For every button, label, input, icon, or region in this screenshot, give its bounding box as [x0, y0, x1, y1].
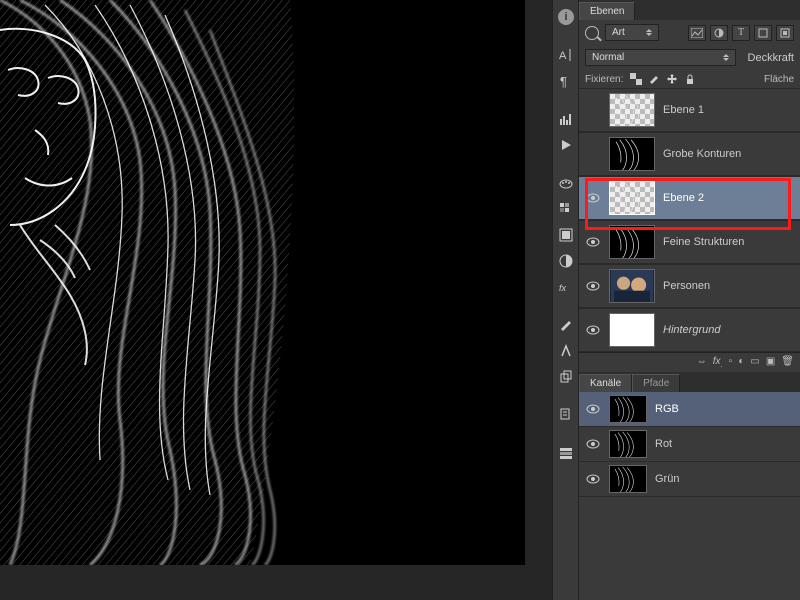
- filter-shape-icon[interactable]: [754, 25, 772, 41]
- visibility-toggle-icon[interactable]: [585, 102, 601, 118]
- svg-text:A: A: [559, 50, 567, 62]
- channel-thumbnail: [609, 395, 647, 423]
- actions-panel-icon[interactable]: [555, 134, 577, 156]
- layer-row[interactable]: Feine Strukturen: [579, 220, 800, 264]
- paragraph-panel-icon[interactable]: ¶: [555, 70, 577, 92]
- visibility-toggle-icon[interactable]: [585, 146, 601, 162]
- visibility-toggle-icon[interactable]: [585, 471, 601, 487]
- character-panel-icon[interactable]: A: [555, 44, 577, 66]
- layer-thumbnail[interactable]: [609, 137, 655, 171]
- lock-pixels-icon[interactable]: [647, 72, 661, 86]
- visibility-toggle-icon[interactable]: [585, 190, 601, 206]
- brush-panel-icon[interactable]: [555, 314, 577, 336]
- layer-thumbnail[interactable]: [609, 93, 655, 127]
- channel-thumbnail: [609, 465, 647, 493]
- channel-thumbnail: [609, 430, 647, 458]
- collapsed-panel-dock: i A ¶ fx: [552, 0, 578, 600]
- layer-filter-type-value: Art: [612, 27, 625, 38]
- fill-label: Fläche: [764, 74, 794, 85]
- filter-text-icon[interactable]: T: [732, 25, 750, 41]
- adjustments-panel-icon[interactable]: [555, 250, 577, 272]
- new-adjustment-icon[interactable]: ◐: [738, 356, 744, 369]
- layer-name-label[interactable]: Grobe Konturen: [663, 148, 741, 160]
- add-fx-icon[interactable]: fx.: [713, 356, 723, 369]
- brush-presets-icon[interactable]: [555, 340, 577, 362]
- layer-name-label[interactable]: Ebene 1: [663, 104, 704, 116]
- layer-filter-search-icon[interactable]: [585, 26, 599, 40]
- channel-name-label: Grün: [655, 473, 679, 485]
- layer-thumbnail[interactable]: [609, 181, 655, 215]
- tab-paths[interactable]: Pfade: [632, 374, 680, 392]
- layers-panel-footer: ⇔ fx. ▫ ◐ ▭ ▣ 🗑: [579, 352, 800, 372]
- histogram-panel-icon[interactable]: [555, 108, 577, 130]
- layers-panel-tabs: Ebenen: [579, 0, 800, 20]
- channels-list: RGB Rot Grün: [579, 392, 800, 600]
- blend-mode-value: Normal: [592, 52, 624, 63]
- right-panel-stack: Ebenen Art T Normal: [578, 0, 800, 600]
- notes-panel-icon[interactable]: [555, 404, 577, 426]
- channel-row[interactable]: Grün: [579, 462, 800, 497]
- layer-row[interactable]: Ebene 2: [579, 176, 800, 220]
- layer-name-label[interactable]: Feine Strukturen: [663, 236, 744, 248]
- photoshop-window: i A ¶ fx Ebenen Art: [0, 0, 800, 600]
- svg-text:fx: fx: [559, 283, 567, 293]
- layer-name-label[interactable]: Hintergrund: [663, 324, 720, 336]
- layer-row[interactable]: Ebene 1: [579, 88, 800, 132]
- delete-layer-icon[interactable]: 🗑: [781, 356, 794, 369]
- layer-filter-type-select[interactable]: Art: [605, 24, 659, 41]
- layer-name-label[interactable]: Personen: [663, 280, 710, 292]
- new-layer-icon[interactable]: ▣: [766, 356, 775, 369]
- filter-adjustment-icon[interactable]: [710, 25, 728, 41]
- layer-thumbnail[interactable]: [609, 225, 655, 259]
- layer-name-label[interactable]: Ebene 2: [663, 192, 704, 204]
- channel-name-label: Rot: [655, 438, 672, 450]
- visibility-toggle-icon[interactable]: [585, 401, 601, 417]
- layer-thumbnail[interactable]: [609, 313, 655, 347]
- lock-transparency-icon[interactable]: [629, 72, 643, 86]
- opacity-label: Deckkraft: [748, 52, 794, 64]
- lock-position-icon[interactable]: [665, 72, 679, 86]
- visibility-toggle-icon[interactable]: [585, 436, 601, 452]
- layer-comps-icon[interactable]: [555, 442, 577, 464]
- channel-row[interactable]: RGB: [579, 392, 800, 427]
- channel-row[interactable]: Rot: [579, 427, 800, 462]
- filter-pixel-icon[interactable]: [688, 25, 706, 41]
- swatches-panel-icon[interactable]: [555, 198, 577, 220]
- svg-text:¶: ¶: [560, 74, 567, 89]
- new-group-icon[interactable]: ▭: [750, 356, 759, 369]
- channels-panel-tabs: Kanäle Pfade: [579, 372, 800, 392]
- layers-list: Ebene 1 Grobe Konturen Ebene 2 Feine Strukt…: [579, 88, 800, 352]
- layer-thumbnail[interactable]: [609, 269, 655, 303]
- layer-row[interactable]: Personen: [579, 264, 800, 308]
- tab-channels[interactable]: Kanäle: [579, 374, 632, 392]
- document-canvas[interactable]: [0, 0, 525, 565]
- channel-name-label: RGB: [655, 403, 679, 415]
- clone-source-icon[interactable]: [555, 366, 577, 388]
- color-panel-icon[interactable]: [555, 172, 577, 194]
- lock-label: Fixieren:: [585, 74, 623, 85]
- filter-smart-icon[interactable]: [776, 25, 794, 41]
- add-mask-icon[interactable]: ▫: [729, 356, 733, 369]
- link-layers-icon[interactable]: ⇔: [697, 356, 707, 369]
- layer-fx-icon[interactable]: fx: [555, 276, 577, 298]
- canvas-area: [0, 0, 552, 600]
- lock-all-icon[interactable]: [683, 72, 697, 86]
- layer-row[interactable]: Hintergrund: [579, 308, 800, 352]
- styles-panel-icon[interactable]: [555, 224, 577, 246]
- blend-mode-select[interactable]: Normal: [585, 49, 736, 66]
- tab-layers[interactable]: Ebenen: [579, 2, 635, 20]
- info-panel-icon[interactable]: i: [555, 6, 577, 28]
- visibility-toggle-icon[interactable]: [585, 234, 601, 250]
- visibility-toggle-icon[interactable]: [585, 322, 601, 338]
- layer-row[interactable]: Grobe Konturen: [579, 132, 800, 176]
- visibility-toggle-icon[interactable]: [585, 278, 601, 294]
